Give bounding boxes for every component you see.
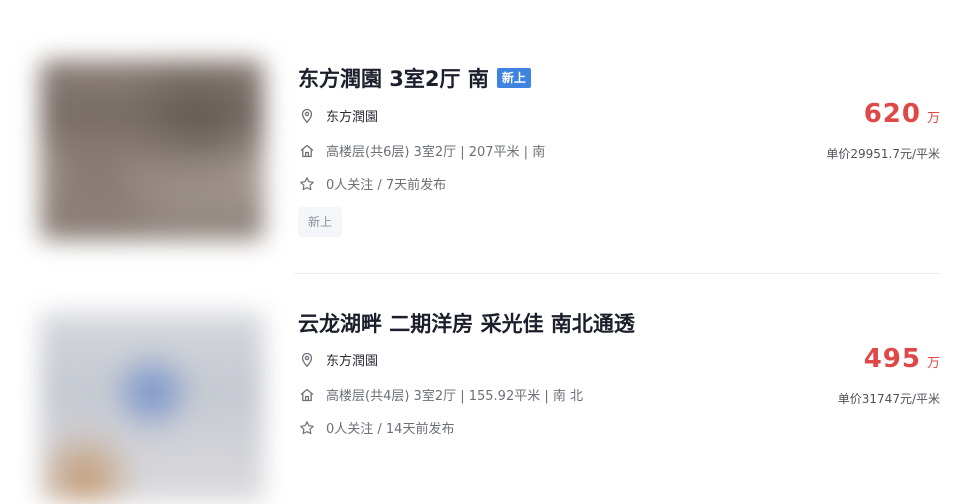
house-icon — [298, 386, 316, 404]
listing-title[interactable]: 东方潤園 3室2厅 南 新上 — [298, 63, 531, 93]
price-value: 620 — [863, 99, 921, 129]
location-pin-icon — [298, 107, 316, 125]
price-value: 495 — [863, 344, 921, 374]
star-icon[interactable] — [298, 419, 316, 437]
listing-title-text[interactable]: 东方潤園 3室2厅 南 — [298, 63, 489, 93]
house-info-text: 高楼层(共4层) 3室2厅 | 155.92平米 | 南 北 — [326, 389, 583, 404]
listing-title-text[interactable]: 云龙湖畔 二期洋房 采光佳 南北通透 — [298, 308, 635, 338]
follow-info-row: 0人关注 / 7天前发布 — [298, 174, 446, 193]
listing-title[interactable]: 云龙湖畔 二期洋房 采光佳 南北通透 — [298, 308, 635, 338]
listing-divider — [294, 273, 940, 274]
total-price: 495 万 — [864, 344, 940, 374]
listing-card[interactable]: 云龙湖畔 二期洋房 采光佳 南北通透 东方潤園 高楼层(共4层) 3室2厅 | … — [0, 276, 978, 504]
follow-info-row: 0人关注 / 14天前发布 — [298, 418, 454, 437]
new-badge: 新上 — [496, 68, 531, 88]
location-pin-icon — [298, 351, 316, 369]
house-icon — [298, 142, 316, 160]
location-link[interactable]: 东方潤園 — [326, 106, 378, 125]
location-link[interactable]: 东方潤園 — [326, 350, 378, 369]
unit-price: 单价31747元/平米 — [837, 392, 940, 406]
listing-tag: 新上 — [298, 207, 343, 237]
price-unit: 万 — [926, 111, 940, 126]
location-row: 东方潤園 — [298, 106, 378, 125]
house-info-text: 高楼层(共6层) 3室2厅 | 207平米 | 南 — [326, 145, 546, 160]
house-info-row: 高楼层(共4层) 3室2厅 | 155.92平米 | 南 北 — [298, 385, 583, 404]
house-info-row: 高楼层(共6层) 3室2厅 | 207平米 | 南 — [298, 141, 545, 160]
unit-price: 单价29951.7元/平米 — [826, 147, 940, 161]
listing-page: 东方潤園 3室2厅 南 新上 东方潤園 高楼层(共6层) 3室2厅 | 207平… — [0, 0, 978, 504]
listing-thumbnail[interactable] — [40, 312, 264, 502]
listing-thumbnail[interactable] — [40, 60, 264, 240]
listing-card[interactable]: 东方潤園 3室2厅 南 新上 东方潤園 高楼层(共6层) 3室2厅 | 207平… — [0, 0, 978, 274]
star-icon[interactable] — [298, 175, 316, 193]
follow-info-text: 0人关注 / 14天前发布 — [326, 422, 455, 437]
total-price: 620 万 — [864, 99, 940, 129]
location-row: 东方潤園 — [298, 350, 378, 369]
follow-info-text: 0人关注 / 7天前发布 — [326, 178, 447, 193]
price-unit: 万 — [926, 356, 940, 371]
